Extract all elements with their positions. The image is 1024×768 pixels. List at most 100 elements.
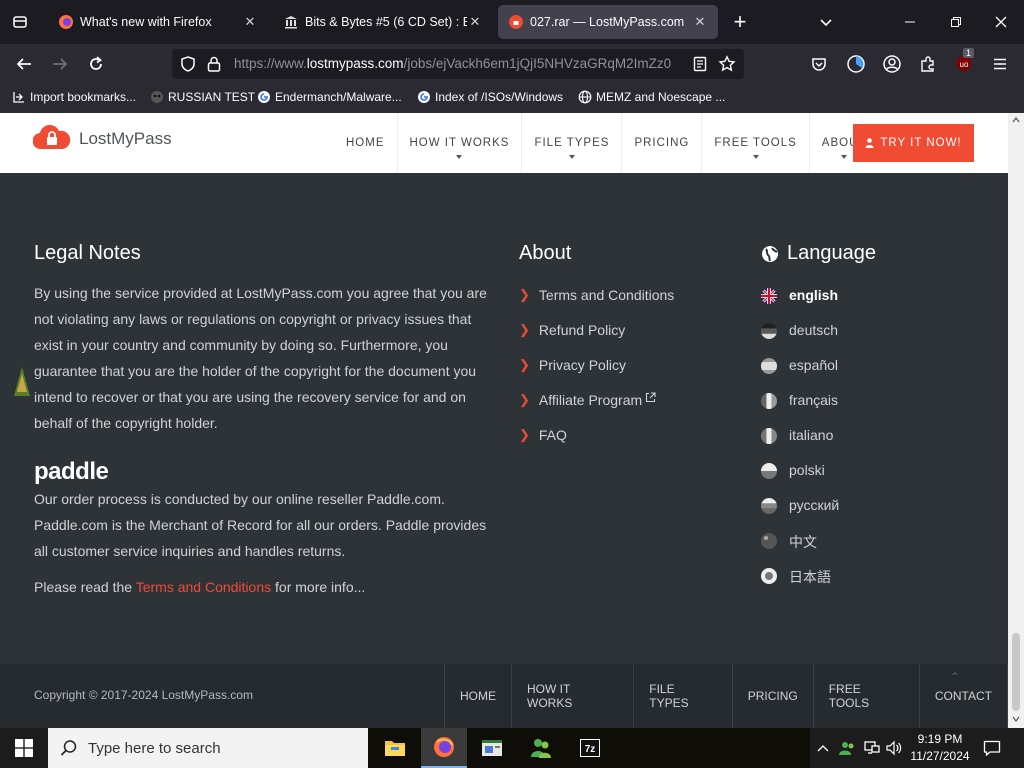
about-link-affiliate[interactable]: ❯ Affiliate Program [519, 392, 674, 427]
archive-icon [285, 16, 297, 29]
bookmark-endermanch[interactable]: Endermanch/Malware... [257, 90, 402, 104]
nav-pricing[interactable]: PRICING [622, 113, 703, 173]
scrollbar-thumb[interactable] [1012, 633, 1020, 711]
footer-nav-home[interactable]: HOME [444, 664, 511, 728]
pocket-button[interactable] [805, 50, 833, 78]
try-it-now-button[interactable]: TRY IT NOW! [853, 124, 974, 162]
uk-flag-icon [761, 288, 777, 304]
lang-deutsch[interactable]: deutsch [761, 322, 876, 357]
bookmark-isos[interactable]: Index of /ISOs/Windows [417, 90, 563, 104]
clock-date: 11/27/2024 [910, 749, 970, 763]
account-button[interactable] [878, 50, 906, 78]
folder-icon [385, 741, 405, 756]
back-button[interactable] [10, 50, 38, 78]
search-icon [60, 740, 77, 756]
volume-button[interactable] [884, 728, 904, 768]
lang-label: deutsch [789, 322, 839, 338]
firefox-view-button[interactable] [7, 9, 33, 35]
close-window-button[interactable] [988, 9, 1014, 35]
lang-francais[interactable]: français [761, 392, 876, 427]
nav-home[interactable]: HOME [334, 113, 398, 173]
lang-japanese[interactable]: 日本語 [761, 567, 876, 602]
ublock-button[interactable]: uo 1 [950, 48, 978, 78]
new-tab-button[interactable]: + [727, 9, 753, 35]
footer-nav-how-it-works[interactable]: HOW IT WORKS [511, 664, 633, 728]
footer-nav-free-tools[interactable]: FREE TOOLS [812, 664, 919, 728]
taskbar-firefox[interactable] [421, 728, 467, 768]
close-tab-icon[interactable]: ✕ [467, 14, 483, 30]
nav-label: PRICING [634, 137, 690, 149]
user-group-tray-icon [839, 742, 854, 755]
star-icon[interactable] [718, 55, 736, 73]
scroll-to-top-icon[interactable]: ⌃ [950, 670, 960, 684]
taskbar-file-explorer[interactable] [372, 728, 418, 768]
site-logo[interactable]: LostMyPass [33, 125, 172, 153]
footer-nav-contact[interactable]: CONTACT ⌃ [918, 664, 1008, 728]
close-tab-icon[interactable]: ✕ [242, 14, 258, 30]
language-section: Language english deutsch español françai… [761, 242, 876, 602]
terms-link[interactable]: Terms and Conditions [136, 579, 271, 595]
tab-firefox-news[interactable]: What's new with Firefox ✕ [48, 5, 268, 39]
restore-button[interactable] [943, 9, 969, 35]
scroll-up-icon[interactable] [1012, 117, 1020, 123]
tab-lostmypass[interactable]: 027.rar — LostMyPass.com ✕ [498, 5, 718, 39]
shield-icon[interactable] [179, 55, 197, 73]
lock-icon[interactable] [206, 55, 222, 73]
svg-text:7z: 7z [585, 744, 596, 755]
language-heading-row: Language [761, 242, 876, 265]
reload-icon [90, 56, 102, 70]
taskbar-7zip[interactable]: 7z [567, 728, 613, 768]
bookmark-memz[interactable]: MEMZ and Noescape ... [578, 90, 725, 104]
footer-nav-pricing[interactable]: PRICING [731, 664, 813, 728]
chevron-right-icon: ❯ [519, 392, 530, 407]
tab-bits-bytes[interactable]: Bits & Bytes #5 (6 CD Set) : Bits ✕ [273, 5, 493, 39]
scroll-down-icon[interactable] [1012, 716, 1020, 722]
show-hidden-icons-button[interactable] [814, 728, 832, 768]
taskbar-search-box[interactable]: Type here to search [48, 728, 368, 768]
extensions-button[interactable] [914, 50, 942, 78]
address-bar[interactable]: https://www.lostmypass.com/jobs/ejVackh6… [172, 49, 744, 79]
taskbar-clock[interactable]: 9:19 PM 11/27/2024 [908, 731, 972, 765]
about-link-faq[interactable]: ❯ FAQ [519, 427, 674, 462]
tray-users-icon-button[interactable] [836, 728, 858, 768]
start-button[interactable] [0, 728, 48, 768]
menu-button[interactable] [986, 50, 1014, 78]
bookmark-label: RUSSIAN TEST [168, 90, 256, 104]
list-tabs-button[interactable] [813, 9, 839, 35]
lang-italiano[interactable]: italiano [761, 427, 876, 462]
desktop-shortcut-icon[interactable] [12, 366, 32, 398]
bookmark-russian-test[interactable]: RUSSIAN TEST [150, 90, 255, 104]
about-link-refund[interactable]: ❯ Refund Policy [519, 322, 674, 357]
lang-espanol[interactable]: español [761, 357, 876, 392]
lang-polski[interactable]: polski [761, 462, 876, 497]
about-links: ❯ Terms and Conditions ❯ Refund Policy ❯ Pr… [519, 287, 674, 462]
lang-english[interactable]: english [761, 287, 876, 322]
nav-file-types[interactable]: FILE TYPES [522, 113, 623, 173]
7zip-icon: 7z [580, 739, 600, 757]
footer-nav-file-types[interactable]: FILE TYPES [633, 664, 731, 728]
footer-nav-label: PRICING [747, 689, 798, 703]
about-link-terms[interactable]: ❯ Terms and Conditions [519, 287, 674, 322]
read-more-before: Please read the [34, 579, 136, 595]
reload-button[interactable] [82, 50, 110, 78]
about-link-privacy[interactable]: ❯ Privacy Policy [519, 357, 674, 392]
notifications-button[interactable] [978, 728, 1006, 768]
dropdown-arrow-icon [841, 155, 848, 159]
taskbar-app-window[interactable] [469, 728, 515, 768]
close-tab-icon[interactable]: ✕ [692, 14, 708, 30]
reader-view-icon[interactable] [692, 56, 708, 72]
nav-free-tools[interactable]: FREE TOOLS [702, 113, 810, 173]
lang-russian[interactable]: русский [761, 497, 876, 532]
network-button[interactable] [861, 728, 883, 768]
extension-timer-button[interactable] [842, 50, 870, 78]
nav-how-it-works[interactable]: HOW IT WORKS [398, 113, 523, 173]
bookmark-import[interactable]: Import bookmarks... [12, 90, 136, 104]
minimize-button[interactable] [897, 9, 923, 35]
taskbar-users-app[interactable] [518, 728, 564, 768]
lang-chinese[interactable]: 中文 [761, 532, 876, 567]
forward-button[interactable] [46, 50, 74, 78]
paddle-logo[interactable]: paddle [34, 458, 494, 486]
page-scrollbar[interactable] [1008, 113, 1024, 728]
svg-text:uo: uo [960, 60, 969, 69]
url-text[interactable]: https://www.lostmypass.com/jobs/ejVackh6… [234, 56, 689, 71]
